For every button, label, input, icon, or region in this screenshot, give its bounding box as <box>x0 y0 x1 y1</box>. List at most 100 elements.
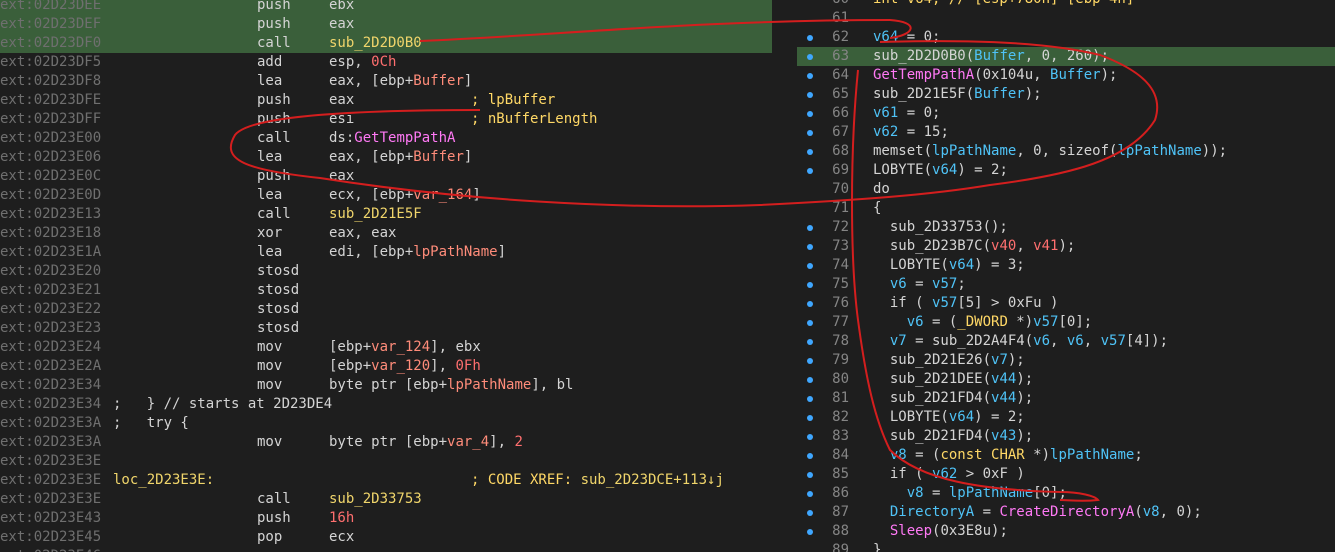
breakpoint-dot-icon[interactable] <box>807 434 813 440</box>
pseudocode-line[interactable]: 82 LOBYTE(v64) = 2; <box>797 408 1335 427</box>
asm-row[interactable]: ext:02D23E18 xor eax, eax <box>0 224 772 243</box>
breakpoint-dot-icon[interactable] <box>807 339 813 345</box>
pseudocode-line[interactable]: 66 v61 = 0; <box>797 104 1335 123</box>
pseudocode-line[interactable]: 72 sub_2D33753(); <box>797 218 1335 237</box>
breakpoint-dot-icon[interactable] <box>807 35 813 41</box>
breakpoint-dot-icon[interactable] <box>807 263 813 269</box>
asm-row[interactable]: ext:02D23E2A mov [ebp+var_120], 0Fh <box>0 357 772 376</box>
pseudocode-line[interactable]: 73 sub_2D23B7C(v40, v41); <box>797 237 1335 256</box>
asm-row[interactable]: ext:02D23E1A lea edi, [ebp+lpPathName] <box>0 243 772 262</box>
breakpoint-dot-icon[interactable] <box>807 491 813 497</box>
pseudocode-line[interactable]: 81 sub_2D21FD4(v44); <box>797 389 1335 408</box>
asm-row[interactable]: ext:02D23E20 stosd <box>0 262 772 281</box>
asm-row[interactable]: ext:02D23DF8 lea eax, [ebp+Buffer] <box>0 72 772 91</box>
pseudocode-text: sub_2D2D0B0(Buffer, 0, 260); <box>873 47 1109 66</box>
disassembly-view[interactable]: ext:02D23DEE push ebx ext:02D23DEF push eax ex… <box>0 0 772 552</box>
breakpoint-dot-icon[interactable] <box>807 111 813 117</box>
breakpoint-dot-icon[interactable] <box>807 377 813 383</box>
asm-address: ext:02D23E46 <box>0 547 101 552</box>
breakpoint-dot-icon[interactable] <box>807 396 813 402</box>
pseudocode-line[interactable]: 74 LOBYTE(v64) = 3; <box>797 256 1335 275</box>
pseudocode-line[interactable]: 67 v62 = 15; <box>797 123 1335 142</box>
breakpoint-dot-icon[interactable] <box>807 168 813 174</box>
asm-operand-part: ecx <box>329 529 355 545</box>
pseudocode-line[interactable]: 83 sub_2D21FD4(v43); <box>797 427 1335 446</box>
asm-row[interactable]: ext:02D23DEE push ebx <box>0 0 772 15</box>
pseudocode-line[interactable]: 80 sub_2D21DEE(v44); <box>797 370 1335 389</box>
pseudocode-line[interactable]: 85 if ( v62 > 0xF ) <box>797 465 1335 484</box>
pseudocode-line[interactable]: 84 v8 = (const CHAR *)lpPathName; <box>797 446 1335 465</box>
breakpoint-dot-icon[interactable] <box>807 244 813 250</box>
breakpoint-dot-icon[interactable] <box>807 415 813 421</box>
pseudocode-line[interactable]: 78 v7 = sub_2D2A4F4(v6, v6, v57[4]); <box>797 332 1335 351</box>
asm-row[interactable]: ext:02D23E3E loc_2D23E3E: ; CODE XREF: sub… <box>0 471 772 490</box>
pseudocode-line[interactable]: 89} <box>797 541 1335 552</box>
asm-operand-part: sub_2D21E5F <box>329 206 422 222</box>
breakpoint-dot-icon[interactable] <box>807 130 813 136</box>
asm-row[interactable]: ext:02D23E43 push 16h <box>0 509 772 528</box>
pseudocode-line[interactable]: 86 v8 = lpPathName[0]; <box>797 484 1335 503</box>
breakpoint-dot-icon[interactable] <box>807 149 813 155</box>
asm-row[interactable]: ext:02D23DFF push esi ; nBufferLength <box>0 110 772 129</box>
pseudocode-line[interactable]: 65 sub_2D21E5F(Buffer); <box>797 85 1335 104</box>
breakpoint-dot-icon[interactable] <box>807 472 813 478</box>
pseudocode-line[interactable]: 61 <box>797 9 1335 28</box>
asm-row[interactable]: ext:02D23DF0 call sub_2D2D0B0 <box>0 34 772 53</box>
breakpoint-dot-icon[interactable] <box>807 320 813 326</box>
breakpoint-dot-icon[interactable] <box>807 282 813 288</box>
asm-address: ext:02D23E3E <box>0 472 102 488</box>
pseudocode-view[interactable]: 60 int v64; // [esp+780h] [ebp-4h] 61 62 v64… <box>797 0 1335 552</box>
breakpoint-dot-icon[interactable] <box>807 301 813 307</box>
asm-row[interactable]: ext:02D23E0C push eax <box>0 167 772 186</box>
asm-operand-part: 0Fh <box>455 358 481 374</box>
asm-row[interactable]: ext:02D23E34 ; } // starts at 2D23DE4 <box>0 395 772 414</box>
asm-row[interactable]: ext:02D23DFE push eax ; lpBuffer <box>0 91 772 110</box>
asm-row[interactable]: ext:02D23E3E <box>0 452 772 471</box>
line-number: 70 <box>832 181 849 197</box>
pseudocode-line[interactable]: 69 LOBYTE(v64) = 2; <box>797 161 1335 180</box>
pseudocode-line[interactable]: 77 v6 = (_DWORD *)v57[0]; <box>797 313 1335 332</box>
line-number: 78 <box>832 333 849 349</box>
code-token: int v64; // [esp+780h] [ebp-4h] <box>873 0 1134 7</box>
asm-row[interactable]: ext:02D23E3A ; try { <box>0 414 772 433</box>
asm-row[interactable]: ext:02D23E13 call sub_2D21E5F <box>0 205 772 224</box>
pseudocode-line[interactable]: 71 { <box>797 199 1335 218</box>
asm-row[interactable]: ext:02D23E46 <box>0 547 772 552</box>
breakpoint-dot-icon[interactable] <box>807 358 813 364</box>
pseudocode-line[interactable]: 76 if ( v57[5] > 0xFu ) <box>797 294 1335 313</box>
asm-row[interactable]: ext:02D23E21 stosd <box>0 281 772 300</box>
asm-row[interactable]: ext:02D23E22 stosd <box>0 300 772 319</box>
pseudocode-line[interactable]: 87 DirectoryA = CreateDirectoryA(v8, 0); <box>797 503 1335 522</box>
breakpoint-dot-icon[interactable] <box>807 225 813 231</box>
breakpoint-dot-icon[interactable] <box>807 73 813 79</box>
asm-row[interactable]: ext:02D23E23 stosd <box>0 319 772 338</box>
asm-row[interactable]: ext:02D23E06 lea eax, [ebp+Buffer] <box>0 148 772 167</box>
pseudocode-line[interactable]: 60 int v64; // [esp+780h] [ebp-4h] <box>797 0 1335 9</box>
pseudocode-line[interactable]: 79 sub_2D21E26(v7); <box>797 351 1335 370</box>
breakpoint-dot-icon[interactable] <box>807 529 813 535</box>
asm-row[interactable]: ext:02D23E45 pop ecx <box>0 528 772 547</box>
pseudocode-line[interactable]: 68 memset(lpPathName, 0, sizeof(lpPathNam… <box>797 142 1335 161</box>
pseudocode-line[interactable]: 88 Sleep(0x3E8u); <box>797 522 1335 541</box>
asm-mnemonic: call <box>257 130 291 146</box>
pseudocode-line[interactable]: 62 v64 = 0; <box>797 28 1335 47</box>
pseudocode-line[interactable]: 64 GetTempPathA(0x104u, Buffer); <box>797 66 1335 85</box>
asm-row[interactable]: ext:02D23E3A mov byte ptr [ebp+var_4], 2 <box>0 433 772 452</box>
breakpoint-dot-icon[interactable] <box>807 54 813 60</box>
asm-row[interactable]: ext:02D23E0D lea ecx, [ebp+var_164] <box>0 186 772 205</box>
breakpoint-dot-icon[interactable] <box>807 453 813 459</box>
pseudocode-line[interactable]: 70 do <box>797 180 1335 199</box>
asm-row[interactable]: ext:02D23DEF push eax <box>0 15 772 34</box>
asm-row[interactable]: ext:02D23E3E call sub_2D33753 <box>0 490 772 509</box>
pane-divider[interactable] <box>772 0 797 552</box>
breakpoint-dot-icon[interactable] <box>807 92 813 98</box>
pseudocode-line[interactable]: 63 sub_2D2D0B0(Buffer, 0, 260); <box>797 47 1335 66</box>
line-number: 75 <box>832 276 849 292</box>
breakpoint-dot-icon[interactable] <box>807 510 813 516</box>
pseudocode-line[interactable]: 75 v6 = v57; <box>797 275 1335 294</box>
asm-row[interactable]: ext:02D23DF5 add esp, 0Ch <box>0 53 772 72</box>
asm-row[interactable]: ext:02D23E24 mov [ebp+var_124], ebx <box>0 338 772 357</box>
asm-row[interactable]: ext:02D23E00 call ds:GetTempPathA <box>0 129 772 148</box>
line-number: 66 <box>832 105 849 121</box>
asm-row[interactable]: ext:02D23E34 mov byte ptr [ebp+lpPathName]… <box>0 376 772 395</box>
